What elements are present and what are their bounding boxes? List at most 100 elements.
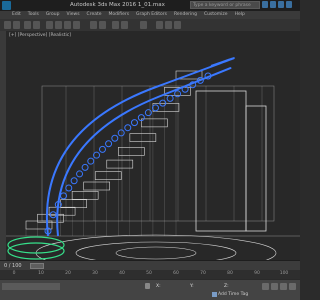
- unlink-icon[interactable]: [33, 21, 40, 29]
- y-coordinate: Y:: [190, 283, 209, 290]
- app-logo-icon[interactable]: [2, 1, 11, 10]
- stair-step: [118, 147, 145, 156]
- undo-icon[interactable]: [4, 21, 11, 29]
- maxscript-listener[interactable]: [2, 283, 60, 290]
- timeline-tick-label: 90: [254, 271, 260, 276]
- menu-rendering[interactable]: Rendering: [174, 11, 197, 19]
- railing-ornament: [65, 184, 73, 192]
- angle-snap-icon[interactable]: [99, 21, 106, 29]
- x-label: X:: [156, 284, 161, 289]
- railing-ornament: [174, 90, 182, 98]
- mirror-icon[interactable]: [112, 21, 119, 29]
- railing-bottom: [56, 67, 232, 237]
- stair-step: [106, 159, 134, 169]
- railing-ornament: [105, 140, 113, 148]
- timeline-tick-label: 80: [227, 271, 233, 276]
- align-icon[interactable]: [121, 21, 128, 29]
- maximize-icon[interactable]: [289, 283, 296, 290]
- x-coordinate: X:: [156, 283, 176, 290]
- menu-create[interactable]: Create: [87, 11, 102, 19]
- railing-ornament: [166, 94, 174, 102]
- railing-ornament: [81, 163, 89, 171]
- menu-graph-editors[interactable]: Graph Editors: [136, 11, 167, 19]
- floor-ring: [75, 241, 237, 260]
- star-icon[interactable]: [270, 1, 276, 8]
- menu-views[interactable]: Views: [67, 11, 80, 19]
- rotate-icon[interactable]: [64, 21, 71, 29]
- timeline-ruler[interactable]: 0 10 20 30 40 50 60 70 80 90 100: [0, 270, 300, 279]
- timeline-tick-label: 0: [12, 271, 16, 276]
- menu-edit[interactable]: Edit: [12, 11, 21, 19]
- menu-group[interactable]: Group: [46, 11, 60, 19]
- menu-modifiers[interactable]: Modifiers: [109, 11, 130, 19]
- layer-icon[interactable]: [140, 21, 147, 29]
- pan-icon[interactable]: [271, 283, 278, 290]
- menu-help[interactable]: Help: [235, 11, 245, 19]
- timeline-tick-label: 10: [38, 271, 44, 276]
- z-label: Z:: [224, 284, 229, 289]
- window-title: Autodesk 3ds Max 2016 1_01.max: [70, 2, 165, 8]
- railing-ornament: [87, 157, 95, 165]
- titlebar-tools: [262, 1, 298, 10]
- stair-step: [83, 181, 110, 191]
- menu-bar: Edit Tools Group Views Create Modifiers …: [0, 11, 300, 19]
- railing-ornament: [130, 119, 138, 127]
- lock-icon[interactable]: [145, 283, 150, 289]
- perspective-viewport[interactable]: [+] [Perspective] [Realistic]: [6, 31, 300, 260]
- railing-ornament: [111, 134, 119, 142]
- material-editor-icon[interactable]: [156, 21, 163, 29]
- timeline-tick-label: 100: [279, 271, 289, 276]
- render-setup-icon[interactable]: [165, 21, 172, 29]
- scene-wireframe: [6, 57, 300, 260]
- floor-ring: [35, 234, 277, 260]
- stair-step: [141, 118, 168, 128]
- zoom-icon[interactable]: [262, 283, 269, 290]
- binoculars-icon[interactable]: [262, 1, 268, 8]
- railing-ornament: [98, 145, 106, 153]
- redo-icon[interactable]: [13, 21, 20, 29]
- timeline-tick-label: 50: [146, 271, 152, 276]
- railing-ornament: [70, 177, 78, 185]
- stair-step: [129, 133, 157, 142]
- title-bar: Autodesk 3ds Max 2016 1_01.max Type a ke…: [0, 0, 300, 11]
- timeline-tick-label: 20: [65, 271, 71, 276]
- railing-ornament: [117, 129, 125, 137]
- railing-ornament: [49, 211, 57, 219]
- time-slider-handle[interactable]: [30, 263, 44, 269]
- scale-icon[interactable]: [73, 21, 80, 29]
- railing-ornament: [76, 170, 84, 178]
- stair-step: [71, 191, 99, 200]
- railing-ornament: [93, 151, 101, 159]
- menu-customize[interactable]: Customize: [204, 11, 228, 19]
- viewport-label[interactable]: [+] [Perspective] [Realistic]: [9, 33, 71, 38]
- railing-ornament: [144, 109, 152, 117]
- orbit-icon[interactable]: [280, 283, 287, 290]
- menu-tools[interactable]: Tools: [28, 11, 39, 19]
- frame-readout: 0 / 100: [4, 263, 22, 269]
- select-icon[interactable]: [46, 21, 53, 29]
- search-input[interactable]: Type a keyword or phrase: [190, 1, 260, 9]
- signin-icon[interactable]: [278, 1, 284, 8]
- column-wireframe: [195, 90, 247, 232]
- add-time-tag[interactable]: Add Time Tag: [218, 292, 248, 297]
- column-wireframe: [245, 105, 267, 232]
- timeline-tick-label: 60: [173, 271, 179, 276]
- railing-ornament: [60, 192, 68, 200]
- move-icon[interactable]: [55, 21, 62, 29]
- time-tag-icon: [212, 292, 217, 297]
- stair-step: [60, 199, 87, 208]
- y-label: Y:: [190, 284, 194, 289]
- snap-icon[interactable]: [90, 21, 97, 29]
- timeline-tick-label: 70: [200, 271, 206, 276]
- timeline-tick-label: 40: [119, 271, 125, 276]
- link-icon[interactable]: [24, 21, 31, 29]
- floor-ring: [115, 246, 197, 260]
- render-icon[interactable]: [174, 21, 181, 29]
- z-coordinate: Z:: [224, 283, 244, 290]
- stair-step: [94, 171, 122, 180]
- help-icon[interactable]: [286, 1, 292, 8]
- railing-ornament: [124, 124, 132, 132]
- time-slider-bar: 0 / 100: [0, 260, 300, 270]
- railing-ornament: [151, 104, 159, 112]
- status-bar: X: Y: Z: Add Time Tag: [0, 279, 300, 300]
